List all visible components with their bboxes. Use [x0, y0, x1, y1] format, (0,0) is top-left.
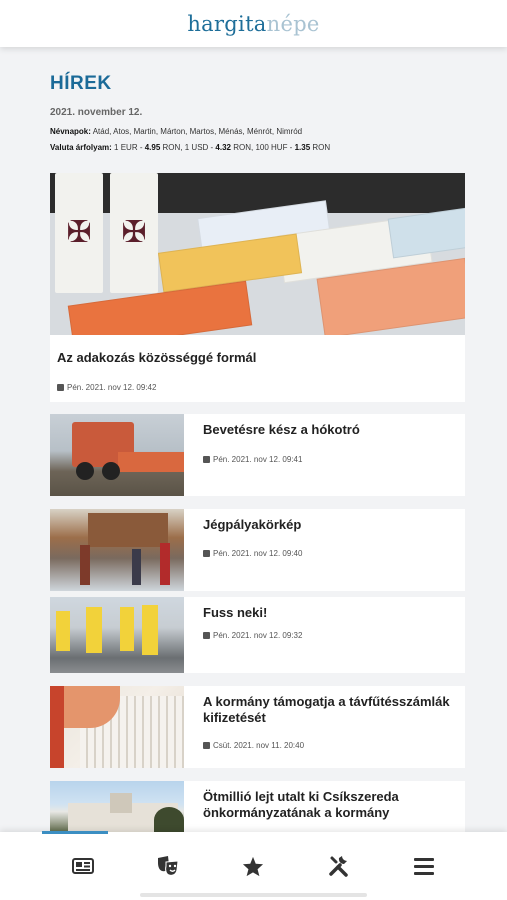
list-item[interactable]: Fuss neki! Pén. 2021. nov 12. 09:32 — [50, 597, 465, 673]
rate-text-4: RON — [310, 143, 331, 152]
star-icon — [243, 856, 264, 876]
list-item[interactable]: Ötmillió lejt utalt ki Csíkszereda önkor… — [50, 781, 465, 832]
candle: ✠ — [55, 173, 103, 293]
theater-masks-icon — [158, 856, 179, 876]
name-days: Névnapok: Atád, Atos, Martin, Márton, Ma… — [50, 126, 465, 137]
article-date: Csüt. 2021. nov 11. 20:40 — [203, 741, 304, 750]
article-thumbnail[interactable] — [50, 781, 184, 832]
nav-culture-button[interactable] — [148, 846, 188, 886]
rate-text-3: RON, 100 HUF - — [231, 143, 295, 152]
article-title[interactable]: Fuss neki! — [203, 605, 458, 621]
calendar-icon — [203, 632, 210, 639]
nav-favorites-button[interactable] — [233, 846, 273, 886]
home-indicator — [140, 893, 367, 897]
article-date: Pén. 2021. nov 12. 09:41 — [203, 455, 302, 464]
rate-text-1: 1 EUR - — [111, 143, 145, 152]
name-days-value: Atád, Atos, Martin, Márton, Martos, Méná… — [90, 127, 303, 136]
runner — [142, 605, 158, 655]
list-item[interactable]: Jégpályakörkép Pén. 2021. nov 12. 09:40 — [50, 509, 465, 591]
menu-icon — [414, 857, 435, 875]
name-days-label: Névnapok: — [50, 127, 91, 136]
date-text: Pén. 2021. nov 12. 09:32 — [213, 631, 303, 640]
date-text: Pén. 2021. nov 12. 09:41 — [213, 455, 303, 464]
article-date: Pén. 2021. nov 12. 09:32 — [203, 631, 302, 640]
featured-article-card[interactable]: Az adakozás közösséggé formál Pén. 2021.… — [50, 335, 465, 402]
article-title[interactable]: Bevetésre kész a hókotró — [203, 422, 458, 438]
article-title[interactable]: Jégpályakörkép — [203, 517, 458, 533]
logo-part-2: népe — [266, 11, 320, 36]
news-header: HÍREK 2021. november 12. Névnapok: Atád,… — [50, 47, 465, 153]
truck-wheel — [76, 462, 94, 480]
article-thumbnail[interactable] — [50, 414, 184, 496]
newspaper-icon — [71, 858, 94, 874]
truck-wheel — [102, 462, 120, 480]
app-header: hargitanépe — [0, 0, 507, 47]
exchange-rates: Valuta árfolyam: 1 EUR - 4.95 RON, 1 USD… — [50, 142, 465, 153]
tools-icon — [329, 856, 348, 877]
article-thumbnail[interactable] — [50, 597, 184, 673]
rate-huf: 1.35 — [294, 143, 311, 152]
calendar-icon — [203, 456, 210, 463]
article-title[interactable]: A kormány támogatja a távfűtésszámlák ki… — [203, 694, 458, 726]
exchange-rates-label: Valuta árfolyam: — [50, 143, 112, 152]
page-title: HÍREK — [50, 73, 112, 94]
featured-article-title[interactable]: Az adakozás közösséggé formál — [57, 350, 256, 365]
article-title[interactable]: Ötmillió lejt utalt ki Csíkszereda önkor… — [203, 789, 458, 821]
rate-text-2: RON, 1 USD - — [160, 143, 216, 152]
wall-accent — [50, 686, 64, 768]
calendar-icon — [57, 384, 64, 391]
site-logo[interactable]: hargitanépe — [187, 12, 319, 36]
bottom-navigation — [0, 832, 507, 900]
runner — [56, 611, 70, 651]
runner — [86, 607, 102, 653]
person — [132, 549, 141, 585]
list-item[interactable]: A kormány támogatja a távfűtésszámlák ki… — [50, 686, 465, 768]
article-date: Pén. 2021. nov 12. 09:40 — [203, 549, 302, 558]
candle: ✠ — [110, 173, 158, 293]
snowplow-blade — [118, 452, 184, 472]
tree — [154, 807, 184, 832]
wooden-building — [88, 513, 168, 547]
date-text: Csüt. 2021. nov 11. 20:40 — [213, 741, 305, 750]
featured-article-image[interactable]: ✠ ✠ — [50, 173, 465, 335]
nav-menu-button[interactable] — [404, 846, 444, 886]
article-thumbnail[interactable] — [50, 509, 184, 591]
runner — [120, 607, 134, 651]
calendar-icon — [203, 550, 210, 557]
article-thumbnail[interactable] — [50, 686, 184, 768]
person — [160, 543, 170, 585]
person — [80, 545, 90, 585]
rate-eur: 4.95 — [144, 143, 161, 152]
rate-usd: 4.32 — [215, 143, 231, 152]
town-hall-tower — [110, 793, 132, 813]
nav-news-button[interactable] — [63, 846, 103, 886]
date-text: Pén. 2021. nov 12. 09:42 — [67, 383, 157, 392]
date-text: Pén. 2021. nov 12. 09:40 — [213, 549, 303, 558]
logo-part-1: hargita — [187, 11, 267, 36]
featured-article-date: Pén. 2021. nov 12. 09:42 — [57, 383, 156, 392]
current-date: 2021. november 12. — [50, 107, 143, 118]
list-item[interactable]: Bevetésre kész a hókotró Pén. 2021. nov … — [50, 414, 465, 496]
nav-tools-button[interactable] — [319, 846, 359, 886]
active-tab-indicator — [42, 831, 108, 834]
calendar-icon — [203, 742, 210, 749]
caritas-cross-icon: ✠ — [66, 216, 92, 249]
caritas-cross-icon: ✠ — [121, 216, 147, 249]
